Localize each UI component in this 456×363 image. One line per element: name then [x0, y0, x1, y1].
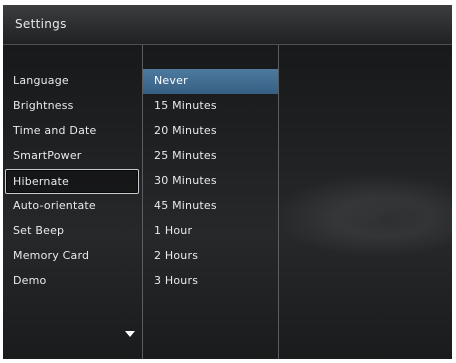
menu-item-memory-card[interactable]: Memory Card — [3, 244, 142, 269]
chevron-down-icon[interactable] — [125, 331, 135, 337]
menu-item-time-and-date[interactable]: Time and Date — [3, 119, 142, 144]
menu-item-auto-orientate[interactable]: Auto-orientate — [3, 194, 142, 219]
option-item[interactable]: 30 Minutes — [143, 169, 278, 194]
menu-item-hibernate[interactable]: Hibernate — [5, 169, 139, 194]
column-divider — [278, 45, 279, 359]
title-bar: Settings — [3, 5, 452, 45]
menu-item-language[interactable]: Language — [3, 69, 142, 94]
option-item[interactable]: Never — [143, 69, 278, 94]
option-item[interactable]: 25 Minutes — [143, 144, 278, 169]
hibernate-options-list: Never 15 Minutes 20 Minutes 25 Minutes 30 Mi… — [143, 69, 278, 294]
menu-item-brightness[interactable]: Brightness — [3, 94, 142, 119]
menu-item-set-beep[interactable]: Set Beep — [3, 219, 142, 244]
photo-frame-screen: Settings Language Brightness Time and Date… — [3, 5, 452, 359]
option-item[interactable]: 1 Hour — [143, 219, 278, 244]
option-item[interactable]: 2 Hours — [143, 244, 278, 269]
page-title: Settings — [15, 17, 67, 31]
option-item[interactable]: 45 Minutes — [143, 194, 278, 219]
settings-menu: Language Brightness Time and Date SmartPowe… — [3, 69, 142, 294]
menu-item-demo[interactable]: Demo — [3, 269, 142, 294]
option-item[interactable]: 20 Minutes — [143, 119, 278, 144]
option-item[interactable]: 3 Hours — [143, 269, 278, 294]
menu-item-smartpower[interactable]: SmartPower — [3, 144, 142, 169]
option-item[interactable]: 15 Minutes — [143, 94, 278, 119]
